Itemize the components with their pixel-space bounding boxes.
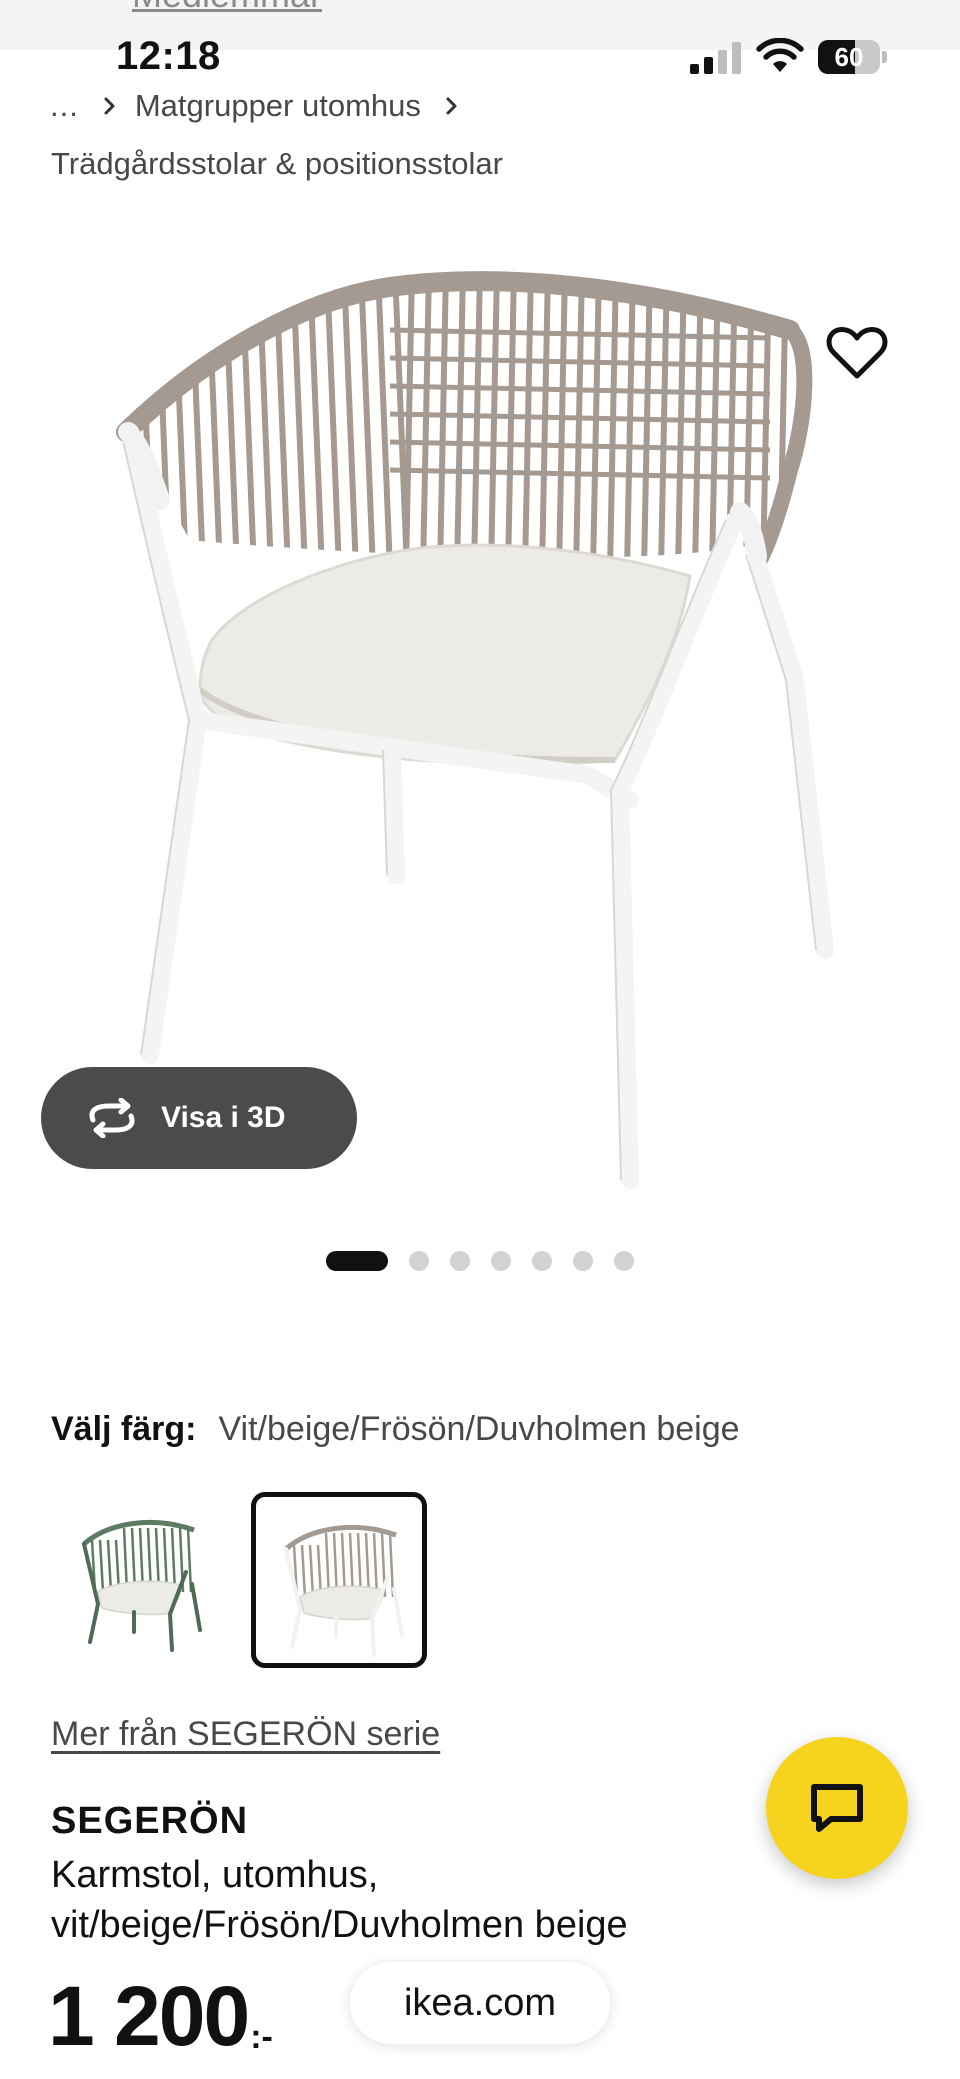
battery-icon: 60 [818,40,880,74]
series-link[interactable]: Mer från SEGERÖN serie [51,1715,440,1754]
view-3d-label: Visa i 3D [161,1101,286,1134]
carousel-dot[interactable] [409,1251,429,1271]
chevron-right-icon [104,97,115,115]
carousel-dot[interactable] [614,1251,634,1271]
rotate-icon [89,1098,135,1138]
color-swatch-green[interactable] [54,1492,230,1668]
carousel-dot[interactable] [491,1251,511,1271]
status-time: 12:18 [116,34,221,78]
product-price: 1 200 :- [48,1968,273,2064]
chevron-right-icon [446,97,457,115]
price-amount: 1 200 [48,1969,250,2063]
swatch-chair-thumbnail [82,1520,202,1652]
product-name: SEGERÖN [51,1800,249,1842]
chair-illustration [116,271,834,1189]
color-swatch-white-beige[interactable] [251,1492,427,1668]
carousel-dot[interactable] [450,1251,470,1271]
breadcrumb-ellipsis[interactable]: ... [50,88,79,124]
image-carousel-dots [326,1250,634,1272]
heart-icon[interactable] [826,326,888,382]
breadcrumb-item-matgrupper[interactable]: Matgrupper utomhus [135,88,421,124]
color-picker-label: Välj färg: [51,1410,197,1448]
chat-button[interactable] [766,1737,908,1879]
carousel-dot[interactable] [573,1251,593,1271]
url-text: ikea.com [403,1981,557,2024]
price-suffix: :- [250,2018,273,2056]
swatch-chair-thumbnail [284,1525,404,1657]
battery-percent: 60 [834,42,864,72]
product-image[interactable] [0,200,960,1210]
breadcrumb: ... Matgrupper utomhus [50,86,483,126]
carousel-dot[interactable] [532,1251,552,1271]
view-3d-button[interactable]: Visa i 3D [41,1067,357,1169]
chat-icon [811,1784,863,1832]
battery-tip [882,51,887,63]
browser-url-bar[interactable]: ikea.com [350,1962,610,2044]
color-picker-header: Välj färg: Vit/beige/Frösön/Duvholmen be… [51,1410,740,1449]
battery-indicator: 60 [818,40,888,74]
product-description: Karmstol, utomhus, vit/beige/Frösön/Duvh… [51,1854,628,1946]
breadcrumb-item-tradgardsstolar[interactable]: Trädgårdsstolar & positionsstolar [51,146,503,182]
carousel-dot[interactable] [326,1251,388,1271]
cellular-signal-icon [690,42,741,74]
header-link[interactable]: Medlemmar [132,0,322,16]
selected-color-value: Vit/beige/Frösön/Duvholmen beige [218,1410,740,1448]
wifi-icon [756,38,804,72]
